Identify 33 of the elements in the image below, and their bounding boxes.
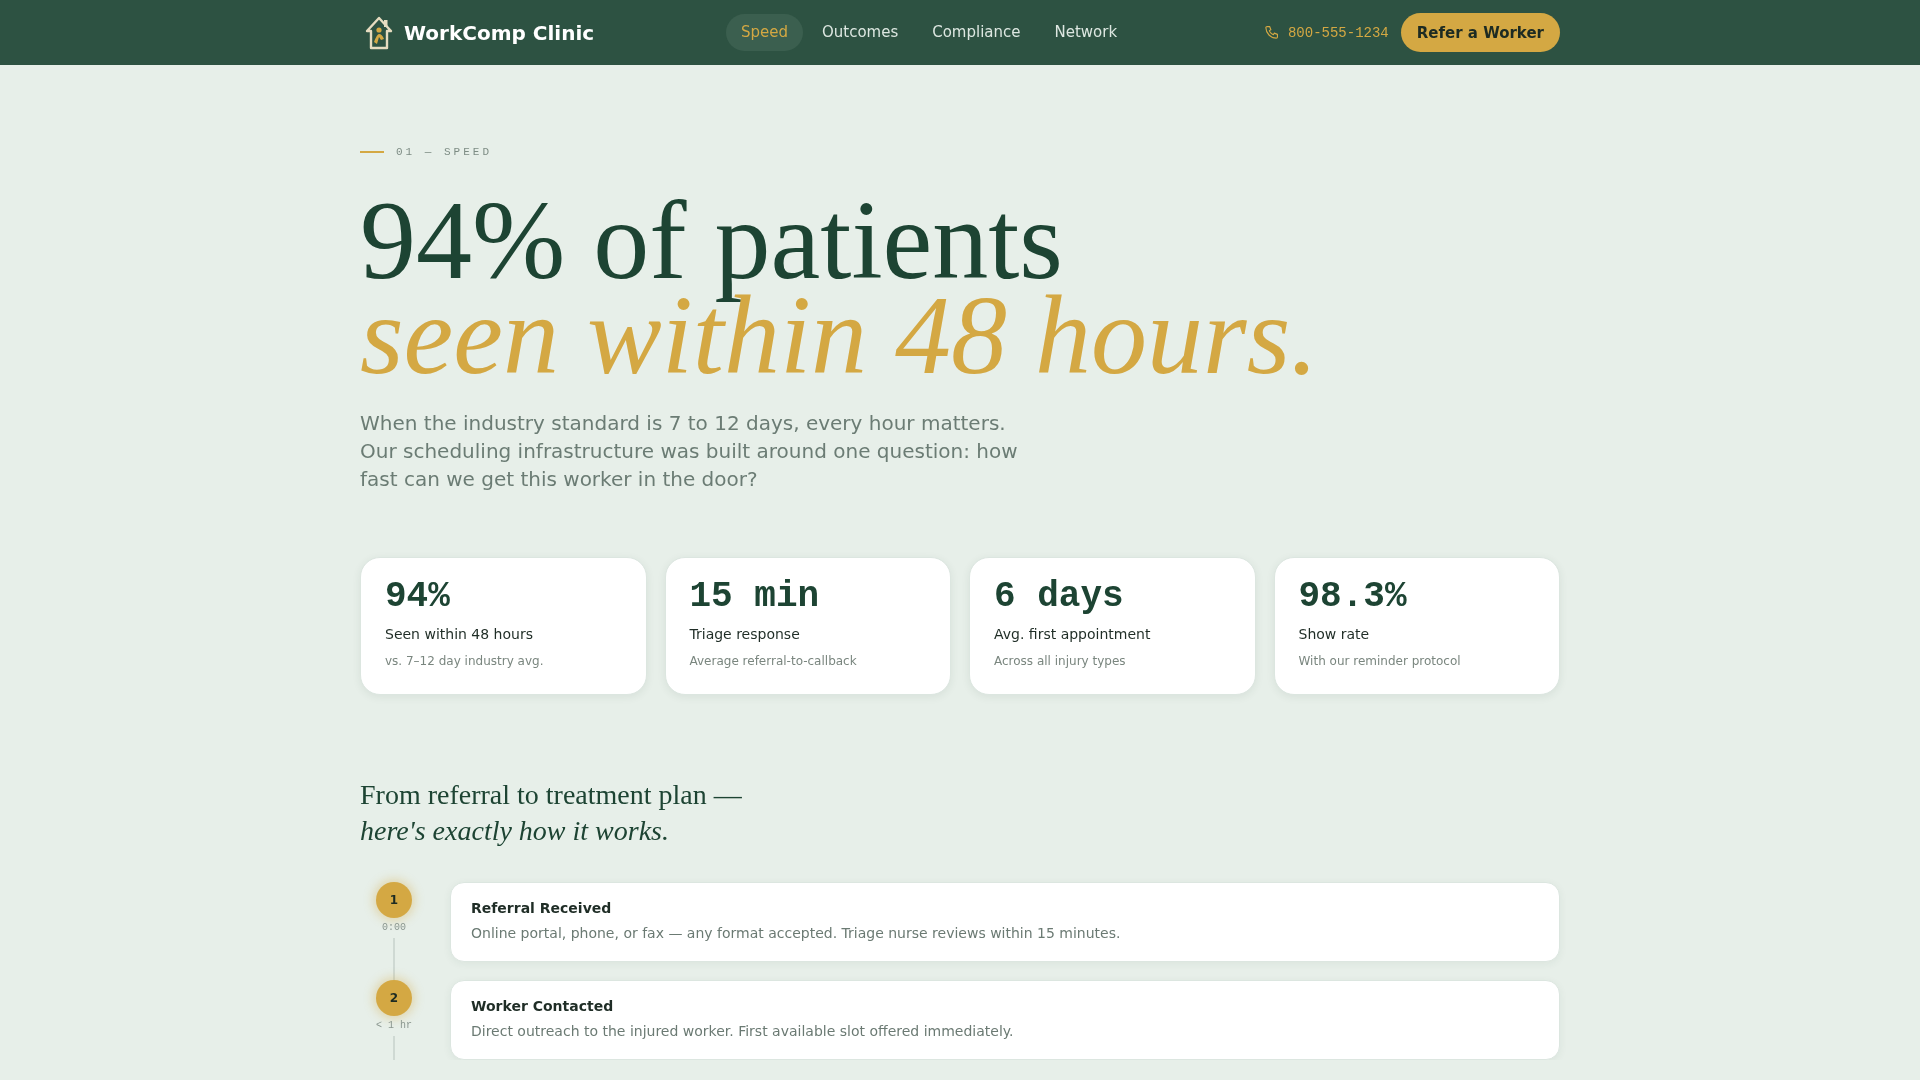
- step-time: 0:00: [382, 922, 406, 934]
- step-description: Online portal, phone, or fax — any format accepted. Triage nurse reviews within 15 minutes.: [471, 924, 1122, 943]
- stat-value: 6 days: [994, 577, 1125, 617]
- step-number: 2: [376, 980, 412, 1016]
- stat-note: vs. 7–12 day industry avg.: [385, 653, 545, 669]
- stat-value: 15 min: [689, 577, 821, 617]
- refer-button[interactable]: Refer a Worker: [1400, 13, 1560, 52]
- stat-label: Seen within 48 hours: [385, 625, 534, 644]
- phone-icon: [1263, 25, 1279, 40]
- step-description: Direct outreach to the injured worker. First available slot offered immediately.: [471, 1022, 1015, 1041]
- stat-note: Across all injury types: [994, 653, 1127, 669]
- stat-value: 94%: [385, 577, 451, 617]
- step-time: < 1 hr: [376, 1020, 412, 1032]
- nav-link[interactable]: Network: [1039, 14, 1133, 51]
- eyebrow-text: 01 — SPEED: [396, 146, 492, 158]
- nav-link[interactable]: Compliance: [917, 14, 1036, 51]
- nav-link[interactable]: Outcomes: [806, 14, 914, 51]
- step-title: Referral Received: [471, 899, 613, 918]
- house-icon[interactable]: [365, 14, 393, 51]
- stat-label: Avg. first appointment: [994, 625, 1152, 644]
- stat-note: Average referral-to-callback: [689, 653, 858, 669]
- stat-label: Triage response: [689, 625, 801, 644]
- step-number: 1: [376, 882, 412, 918]
- section-title: From referral to treatment plan — here's exactly how it works.: [360, 778, 743, 848]
- brand-name[interactable]: WorkComp Clinic: [404, 20, 595, 45]
- phone-link[interactable]: 800-555-1234: [1287, 24, 1389, 41]
- stat-value: 98.3%: [1298, 577, 1408, 617]
- stat-note: With our reminder protocol: [1298, 653, 1462, 669]
- stat-label: Show rate: [1298, 625, 1371, 644]
- intro-text: When the industry standard is 7 to 12 days, every hour matters. Our scheduling infrastructure was built around one question: how fast can we get this worker in the door?: [360, 410, 1019, 493]
- accent-rule: [360, 151, 384, 153]
- step-title: Worker Contacted: [471, 997, 615, 1016]
- headline: 94% of patients seen within 48 hours.: [360, 193, 1320, 383]
